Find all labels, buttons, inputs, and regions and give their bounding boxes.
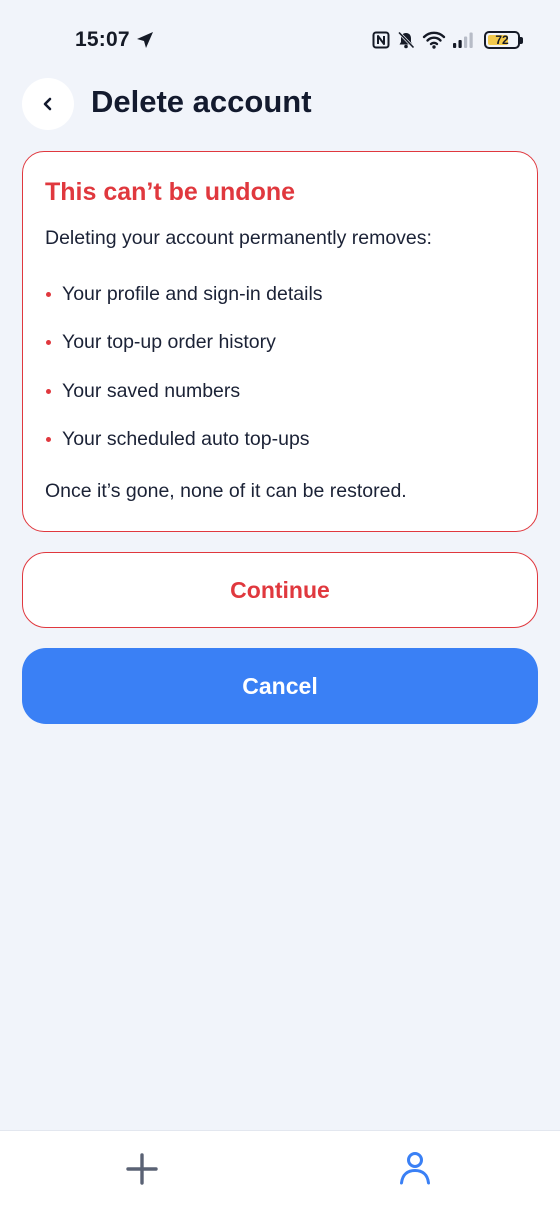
continue-button[interactable]: Continue	[22, 552, 538, 628]
cancel-button[interactable]: Cancel	[22, 648, 538, 724]
bullet-dot	[46, 437, 51, 443]
profile-icon	[400, 1152, 430, 1185]
back-button[interactable]	[22, 78, 74, 130]
list-item: Your top-up order history	[45, 319, 515, 368]
wifi-icon	[422, 31, 446, 49]
status-bar: 15:07 72	[0, 0, 560, 80]
list-item: Your scheduled auto top-ups	[45, 416, 515, 465]
battery-icon: 72	[484, 31, 523, 49]
warning-title: This can’t be undone	[45, 178, 296, 206]
battery-tip	[520, 37, 523, 44]
warning-footer: Once it’s gone, none of it can be restor…	[45, 480, 407, 502]
list-item-label: Your saved numbers	[62, 379, 241, 402]
battery-level: 72	[495, 33, 509, 47]
warning-card: This can’t be undone Deleting your accou…	[22, 151, 538, 532]
tab-profile[interactable]	[394, 1147, 436, 1189]
status-time: 15:07	[75, 28, 130, 51]
bell-muted-icon	[397, 31, 415, 49]
list-item: Your profile and sign-in details	[45, 270, 515, 319]
list-item-label: Your scheduled auto top-ups	[62, 428, 310, 451]
cancel-button-label: Cancel	[242, 672, 318, 699]
nfc-icon	[372, 31, 390, 49]
list-item-label: Your top-up order history	[62, 331, 276, 354]
list-item-label: Your profile and sign-in details	[62, 282, 323, 305]
continue-button-label: Continue	[230, 576, 330, 603]
delete-account-screen: 15:07 72 Delete account This can’t be un…	[0, 0, 560, 1206]
bottom-tab-bar	[0, 1130, 560, 1206]
tab-add[interactable]	[122, 1149, 162, 1189]
warning-intro: Deleting your account permanently remove…	[45, 227, 432, 249]
bullet-dot	[46, 340, 51, 346]
bullet-dot	[46, 291, 51, 297]
navigation-arrow-icon	[137, 32, 153, 48]
removed-items-list: Your profile and sign-in details Your to…	[45, 270, 515, 464]
list-item: Your saved numbers	[45, 367, 515, 416]
status-icons: 72	[372, 28, 523, 52]
plus-icon	[126, 1153, 158, 1185]
chevron-left-icon	[43, 97, 52, 111]
page-title: Delete account	[91, 84, 312, 119]
bullet-dot	[46, 388, 51, 394]
signal-icon	[453, 32, 473, 48]
